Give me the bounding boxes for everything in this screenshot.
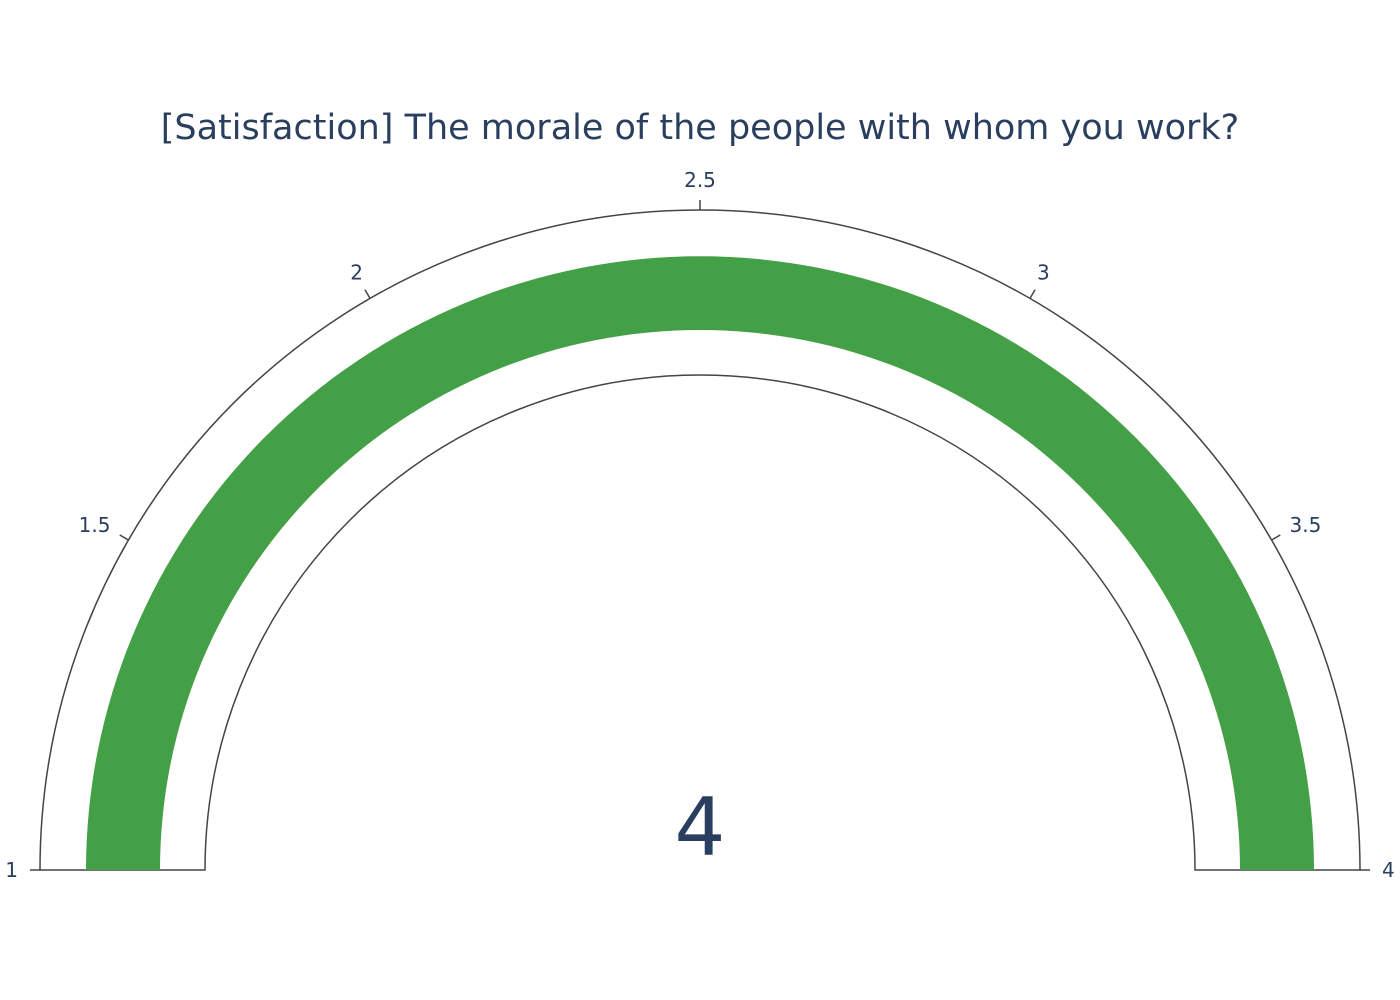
gauge-tick-label: 2.5 xyxy=(684,168,716,192)
gauge-tick-label: 3 xyxy=(1037,260,1050,284)
gauge-value-number: 4 xyxy=(675,781,726,874)
gauge-tick-label: 2 xyxy=(350,260,363,284)
gauge-tick-label: 3.5 xyxy=(1290,513,1322,537)
gauge-tick-label: 1 xyxy=(5,858,18,882)
gauge-chart: [Satisfaction] The morale of the people … xyxy=(0,0,1400,1000)
gauge-tick-label: 4 xyxy=(1382,858,1395,882)
gauge-tick-mark xyxy=(1029,289,1036,299)
gauge-tick-mark xyxy=(364,289,371,299)
gauge-tick-mark xyxy=(1271,534,1281,541)
gauge-tick-label: 1.5 xyxy=(79,513,111,537)
gauge-tick-mark xyxy=(119,534,129,541)
gauge-svg: 1 1.5 2 2.5 3 3.5 4 4 xyxy=(5,168,1395,882)
